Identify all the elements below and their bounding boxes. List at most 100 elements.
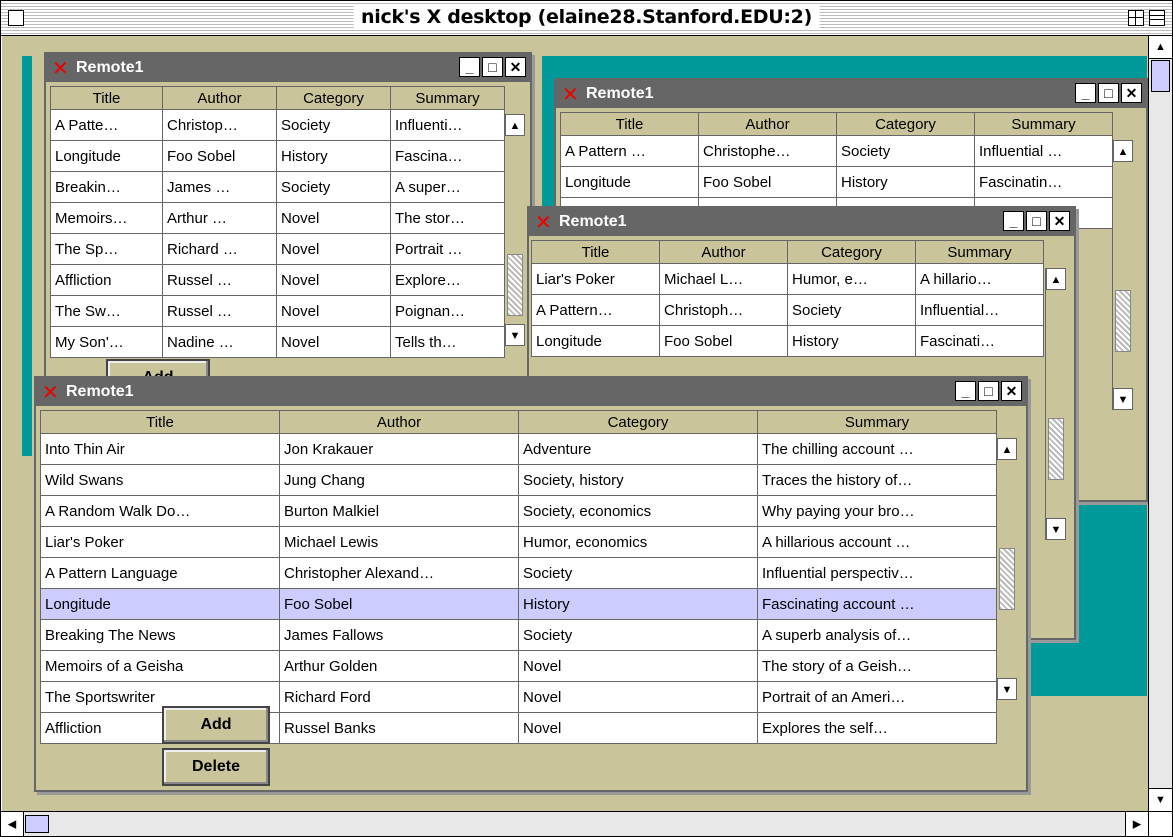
table-row[interactable]: Longitude Foo Sobel History Fascinating acc… bbox=[40, 588, 997, 620]
table-cell[interactable]: Novel bbox=[276, 233, 391, 265]
table-row[interactable]: My Son'… Nadine … Novel Tells th… bbox=[50, 326, 505, 358]
table-cell[interactable]: Jung Chang bbox=[279, 464, 519, 496]
table-cell[interactable]: The stor… bbox=[390, 202, 505, 234]
table-row[interactable]: Wild Swans Jung Chang Society, history Trac… bbox=[40, 464, 997, 496]
table-cell[interactable]: A superb analysis of… bbox=[757, 619, 997, 651]
table-cell[interactable]: Fascinatin… bbox=[974, 166, 1113, 198]
minimize-button[interactable]: _ bbox=[1003, 211, 1024, 231]
table-cell[interactable]: History bbox=[836, 166, 975, 198]
table-cell[interactable]: Longitude bbox=[40, 588, 280, 620]
table-cell[interactable]: Influential perspectiv… bbox=[757, 557, 997, 589]
scroll-left-icon[interactable]: ◀ bbox=[1, 812, 24, 836]
window-title-bar[interactable]: ✕ Remote1 _ □ ✕ bbox=[46, 54, 530, 82]
vertical-scrollbar[interactable]: ▲ ▼ bbox=[1112, 140, 1133, 410]
table-row[interactable]: Into Thin Air Jon Krakauer Adventure The ch… bbox=[40, 433, 997, 465]
table-row[interactable]: Liar's Poker Michael L… Humor, e… A hillari… bbox=[531, 263, 1044, 295]
scroll-up-icon[interactable]: ▲ bbox=[1113, 140, 1133, 162]
table-cell[interactable]: Christophe… bbox=[698, 135, 837, 167]
table-cell[interactable]: Traces the history of… bbox=[757, 464, 997, 496]
table-cell[interactable]: Liar's Poker bbox=[531, 263, 660, 295]
table-cell[interactable]: Humor, e… bbox=[787, 263, 916, 295]
table-row[interactable]: Memoirs… Arthur … Novel The stor… bbox=[50, 202, 505, 234]
table-row[interactable]: Longitude Foo Sobel History Fascinatin… bbox=[560, 166, 1113, 198]
table-row[interactable]: The Sp… Richard … Novel Portrait … bbox=[50, 233, 505, 265]
scroll-down-icon[interactable]: ▼ bbox=[1046, 518, 1066, 540]
scroll-up-icon[interactable]: ▲ bbox=[1149, 36, 1172, 59]
table-cell[interactable]: Novel bbox=[276, 326, 391, 358]
table-cell[interactable]: A hillarious account … bbox=[757, 526, 997, 558]
scroll-down-icon[interactable]: ▼ bbox=[1113, 388, 1133, 410]
table-cell[interactable]: Society, history bbox=[518, 464, 758, 496]
table-cell[interactable]: Novel bbox=[518, 712, 758, 744]
scroll-up-icon[interactable]: ▲ bbox=[997, 438, 1017, 460]
table-cell[interactable]: Fascina… bbox=[390, 140, 505, 172]
table-cell[interactable]: Society bbox=[276, 171, 391, 203]
table-cell[interactable]: Society bbox=[836, 135, 975, 167]
table-cell[interactable]: The chilling account … bbox=[757, 433, 997, 465]
scroll-thumb[interactable] bbox=[1115, 290, 1131, 352]
vertical-scrollbar[interactable]: ▲ ▼ bbox=[504, 114, 525, 346]
table-cell[interactable]: Society bbox=[276, 109, 391, 141]
table-cell[interactable]: Explores the self… bbox=[757, 712, 997, 744]
maximize-button[interactable]: □ bbox=[482, 57, 503, 77]
minimize-button[interactable]: _ bbox=[955, 381, 976, 401]
column-header-author[interactable]: Author bbox=[698, 112, 837, 136]
table-cell[interactable]: Longitude bbox=[531, 325, 660, 357]
column-header-summary[interactable]: Summary bbox=[757, 410, 997, 434]
table-row[interactable]: A Pattern … Christophe… Society Influential… bbox=[560, 135, 1113, 167]
table-cell[interactable]: Michael L… bbox=[659, 263, 788, 295]
table-row[interactable]: Longitude Foo Sobel History Fascinati… bbox=[531, 325, 1044, 357]
table-cell[interactable]: Portrait of an Ameri… bbox=[757, 681, 997, 713]
table-row[interactable]: A Pattern Language Christopher Alexand… So… bbox=[40, 557, 997, 589]
table-cell[interactable]: Tells th… bbox=[390, 326, 505, 358]
table-cell[interactable]: Wild Swans bbox=[40, 464, 280, 496]
table-cell[interactable]: History bbox=[276, 140, 391, 172]
table-row[interactable]: Breakin… James … Society A super… bbox=[50, 171, 505, 203]
scroll-up-icon[interactable]: ▲ bbox=[505, 114, 525, 136]
table-cell[interactable]: Affliction bbox=[50, 264, 163, 296]
column-header-category[interactable]: Category bbox=[276, 86, 391, 110]
table-cell[interactable]: Society bbox=[518, 619, 758, 651]
maximize-button[interactable]: □ bbox=[1098, 83, 1119, 103]
minimize-button[interactable]: _ bbox=[1075, 83, 1096, 103]
table-cell[interactable]: Why paying your bro… bbox=[757, 495, 997, 527]
table-cell[interactable]: Richard … bbox=[162, 233, 277, 265]
scroll-up-icon[interactable]: ▲ bbox=[1046, 268, 1066, 290]
add-button[interactable]: Add bbox=[162, 706, 270, 744]
close-button[interactable]: ✕ bbox=[505, 57, 526, 77]
maximize-button[interactable]: □ bbox=[978, 381, 999, 401]
table-cell[interactable]: A Patte… bbox=[50, 109, 163, 141]
column-header-title[interactable]: Title bbox=[531, 240, 660, 264]
scroll-down-icon[interactable]: ▼ bbox=[997, 678, 1017, 700]
table-cell[interactable]: Breaking The News bbox=[40, 619, 280, 651]
close-button[interactable]: ✕ bbox=[1001, 381, 1022, 401]
vertical-scrollbar[interactable]: ▲ ▼ bbox=[1045, 268, 1066, 540]
table-row[interactable]: A Pattern… Christoph… Society Influential… bbox=[531, 294, 1044, 326]
outer-title-bar[interactable]: nick's X desktop (elaine28.Stanford.EDU:… bbox=[1, 1, 1172, 36]
table-cell[interactable]: Memoirs… bbox=[50, 202, 163, 234]
table-row[interactable]: Affliction Russel … Novel Explore… bbox=[50, 264, 505, 296]
table-cell[interactable]: Russel Banks bbox=[279, 712, 519, 744]
column-header-author[interactable]: Author bbox=[162, 86, 277, 110]
table-cell[interactable]: Novel bbox=[276, 202, 391, 234]
table-cell[interactable]: A Pattern Language bbox=[40, 557, 280, 589]
table-row[interactable]: A Patte… Christop… Society Influenti… bbox=[50, 109, 505, 141]
table-cell[interactable]: Foo Sobel bbox=[162, 140, 277, 172]
table-cell[interactable]: Richard Ford bbox=[279, 681, 519, 713]
vertical-scrollbar[interactable]: ▲ ▼ bbox=[996, 438, 1017, 700]
table-cell[interactable]: History bbox=[787, 325, 916, 357]
table-cell[interactable]: Foo Sobel bbox=[698, 166, 837, 198]
table-cell[interactable]: Adventure bbox=[518, 433, 758, 465]
table-cell[interactable]: Nadine … bbox=[162, 326, 277, 358]
table-cell[interactable]: Influenti… bbox=[390, 109, 505, 141]
window-title-bar[interactable]: ✕ Remote1 _ □ ✕ bbox=[529, 208, 1074, 236]
scroll-thumb[interactable] bbox=[1048, 418, 1064, 480]
table-cell[interactable]: Burton Malkiel bbox=[279, 495, 519, 527]
table-cell[interactable]: Society, economics bbox=[518, 495, 758, 527]
table-cell[interactable]: Longitude bbox=[560, 166, 699, 198]
table-cell[interactable]: A Random Walk Do… bbox=[40, 495, 280, 527]
table-cell[interactable]: Novel bbox=[276, 264, 391, 296]
close-box[interactable] bbox=[8, 10, 24, 26]
table-cell[interactable]: James … bbox=[162, 171, 277, 203]
table-cell[interactable]: Society bbox=[787, 294, 916, 326]
